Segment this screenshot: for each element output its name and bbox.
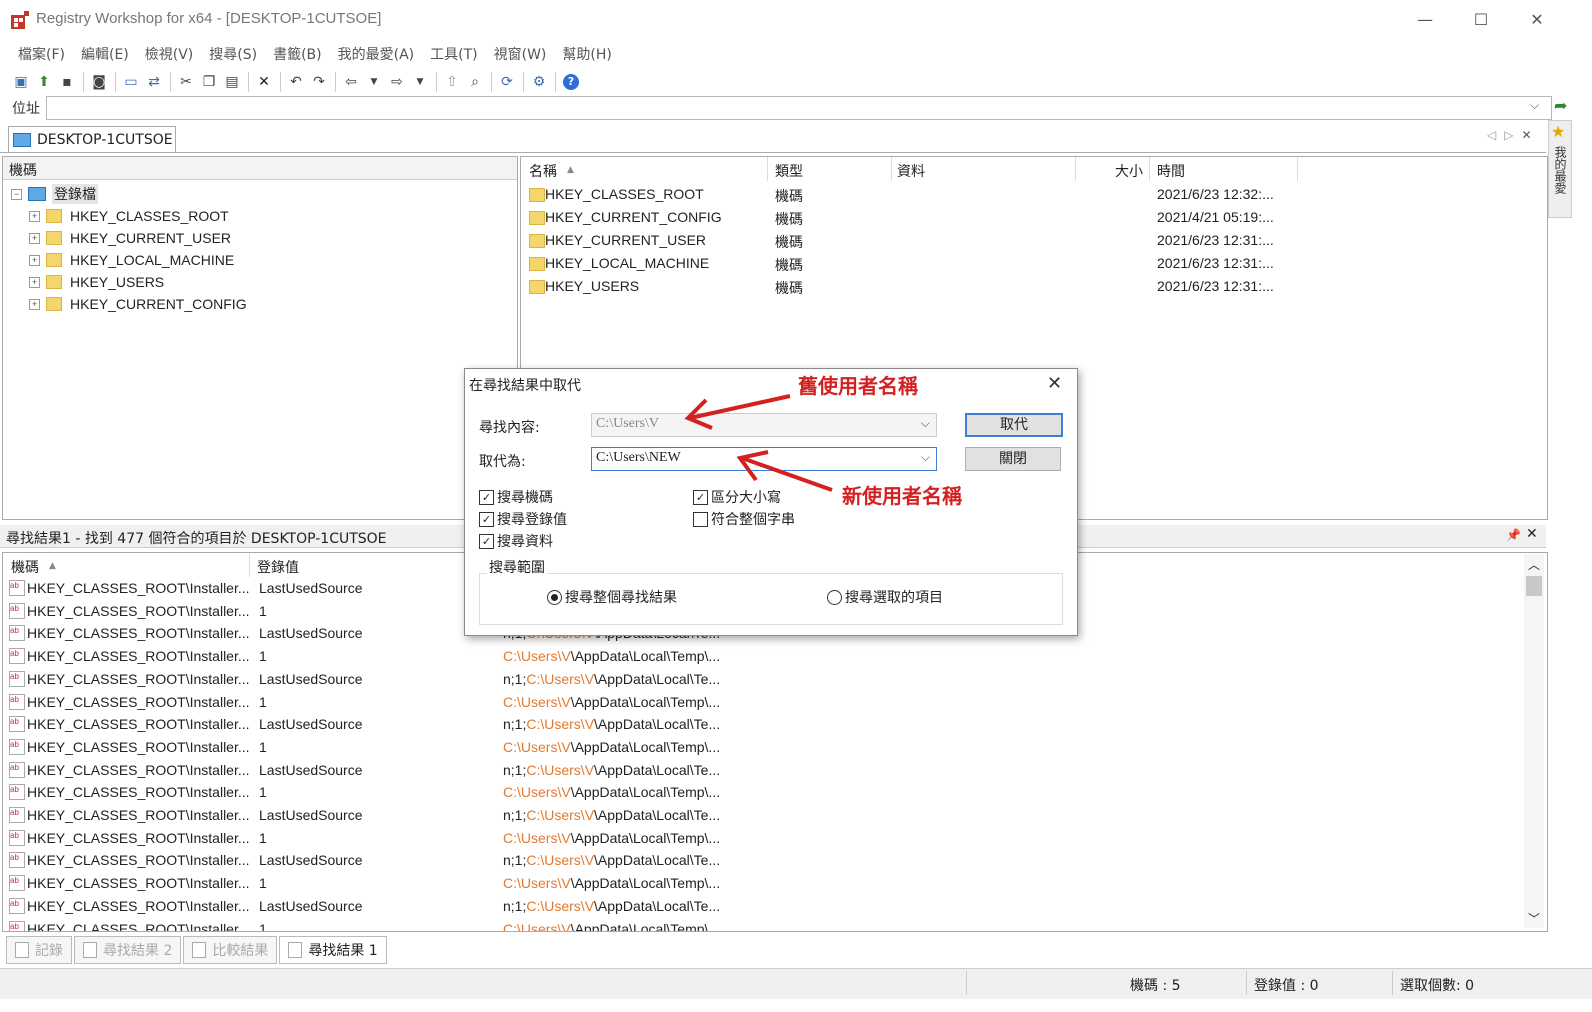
annotation-arrows (684, 394, 833, 492)
annotation-old-username: 舊使用者名稱 (798, 374, 918, 398)
annotation-new-username: 新使用者名稱 (842, 484, 962, 508)
arrow-new-name (741, 456, 833, 492)
